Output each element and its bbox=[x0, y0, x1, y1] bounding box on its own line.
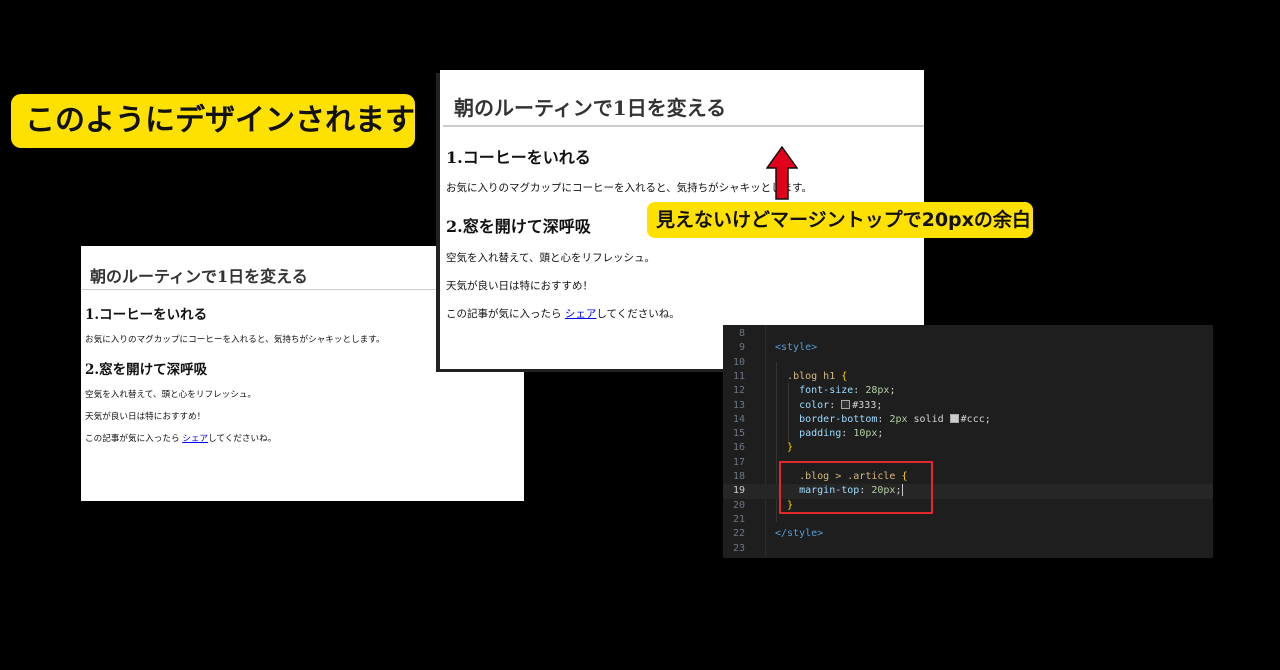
line-number: 11 bbox=[732, 370, 745, 382]
code-text[interactable]: padding: 10px; bbox=[775, 427, 883, 441]
color-swatch-icon bbox=[841, 400, 851, 409]
share-line: この記事が気に入ったら シェアしてくださいね。 bbox=[85, 432, 276, 444]
code-text[interactable]: border-bottom: 2px solid #ccc; bbox=[775, 413, 991, 427]
margin-annotation-label: 見えないけどマージントップで20pxの余白 bbox=[647, 202, 1033, 238]
code-text[interactable]: font-size: 28px; bbox=[775, 384, 895, 398]
share-prefix: この記事が気に入ったら bbox=[446, 308, 565, 320]
code-line[interactable]: 22 </style> bbox=[723, 527, 1213, 541]
highlight-box bbox=[779, 461, 933, 514]
article-heading-1: 1.コーヒーをいれる bbox=[446, 148, 591, 167]
article-text-2a: 空気を入れ替えて、頭と心をリフレッシュ。 bbox=[85, 390, 257, 400]
line-number: 21 bbox=[732, 513, 745, 525]
share-suffix: してくださいね。 bbox=[596, 308, 680, 320]
article-heading-1: 1.コーヒーをいれる bbox=[85, 307, 208, 323]
code-text[interactable]: color: #333; bbox=[775, 399, 882, 413]
article-text-1: お気に入りのマグカップにコーヒーを入れると、気持ちがシャキッとします。 bbox=[446, 182, 813, 194]
line-number: 23 bbox=[732, 542, 745, 554]
code-text[interactable]: .blog h1 { bbox=[775, 370, 847, 384]
arrow-up-icon bbox=[766, 146, 798, 200]
page-title: 朝のルーティンで1日を変える bbox=[454, 96, 727, 120]
article-text-2b: 天気が良い日は特におすすめ！ bbox=[85, 412, 206, 422]
title-underline bbox=[443, 125, 924, 127]
line-number: 14 bbox=[732, 413, 745, 425]
share-suffix: してくださいね。 bbox=[208, 434, 277, 444]
line-number: 8 bbox=[738, 328, 745, 339]
article-heading-2: 2.窓を開けて深呼吸 bbox=[446, 217, 591, 236]
line-number: 13 bbox=[732, 399, 745, 411]
color-swatch-icon bbox=[949, 414, 959, 424]
line-number: 9 bbox=[738, 342, 745, 354]
code-line[interactable]: 8 bbox=[723, 327, 1213, 341]
article-text-2a: 空気を入れ替えて、頭と心をリフレッシュ。 bbox=[446, 252, 655, 264]
share-link[interactable]: シェア bbox=[565, 308, 597, 320]
code-editor[interactable]: 8 9 <style> 10 11 .blog h1 {12 font-size: 28… bbox=[723, 325, 1213, 558]
code-text[interactable]: } bbox=[775, 441, 793, 455]
code-line[interactable]: 12 font-size: 28px; bbox=[723, 384, 1213, 398]
line-number: 18 bbox=[732, 471, 745, 482]
share-link[interactable]: シェア bbox=[182, 434, 208, 444]
code-line[interactable]: 21 bbox=[723, 513, 1213, 527]
article-heading-2: 2.窓を開けて深呼吸 bbox=[85, 362, 208, 378]
share-line: この記事が気に入ったら シェアしてくださいね。 bbox=[446, 306, 680, 321]
page-title: 朝のルーティンで1日を変える bbox=[90, 267, 308, 286]
code-line[interactable]: 13 color: #333; bbox=[723, 399, 1213, 413]
line-number: 17 bbox=[732, 456, 745, 468]
article-text-1: お気に入りのマグカップにコーヒーを入れると、気持ちがシャキッとします。 bbox=[85, 335, 385, 345]
code-line[interactable]: 16 } bbox=[723, 441, 1213, 455]
line-number: 22 bbox=[732, 528, 745, 540]
line-number: 16 bbox=[732, 442, 745, 454]
line-number: 15 bbox=[732, 428, 745, 440]
article-text-2b: 天気が良い日は特におすすめ！ bbox=[446, 280, 593, 292]
headline-label: このようにデザインされます bbox=[11, 94, 415, 148]
code-line[interactable]: 11 .blog h1 { bbox=[723, 370, 1213, 384]
share-prefix: この記事が気に入ったら bbox=[85, 434, 183, 444]
code-line[interactable]: 15 padding: 10px; bbox=[723, 427, 1213, 441]
code-line[interactable]: 23 bbox=[723, 542, 1213, 556]
code-line[interactable]: 14 border-bottom: 2px solid #ccc; bbox=[723, 413, 1213, 427]
code-line[interactable]: 10 bbox=[723, 356, 1213, 370]
line-number: 10 bbox=[732, 356, 745, 368]
code-line[interactable]: 9 <style> bbox=[723, 341, 1213, 355]
line-number: 19 bbox=[732, 485, 745, 497]
code-text[interactable]: </style> bbox=[775, 527, 823, 541]
line-number: 20 bbox=[732, 499, 745, 511]
code-text[interactable]: <style> bbox=[775, 341, 817, 355]
line-number: 12 bbox=[732, 385, 745, 397]
